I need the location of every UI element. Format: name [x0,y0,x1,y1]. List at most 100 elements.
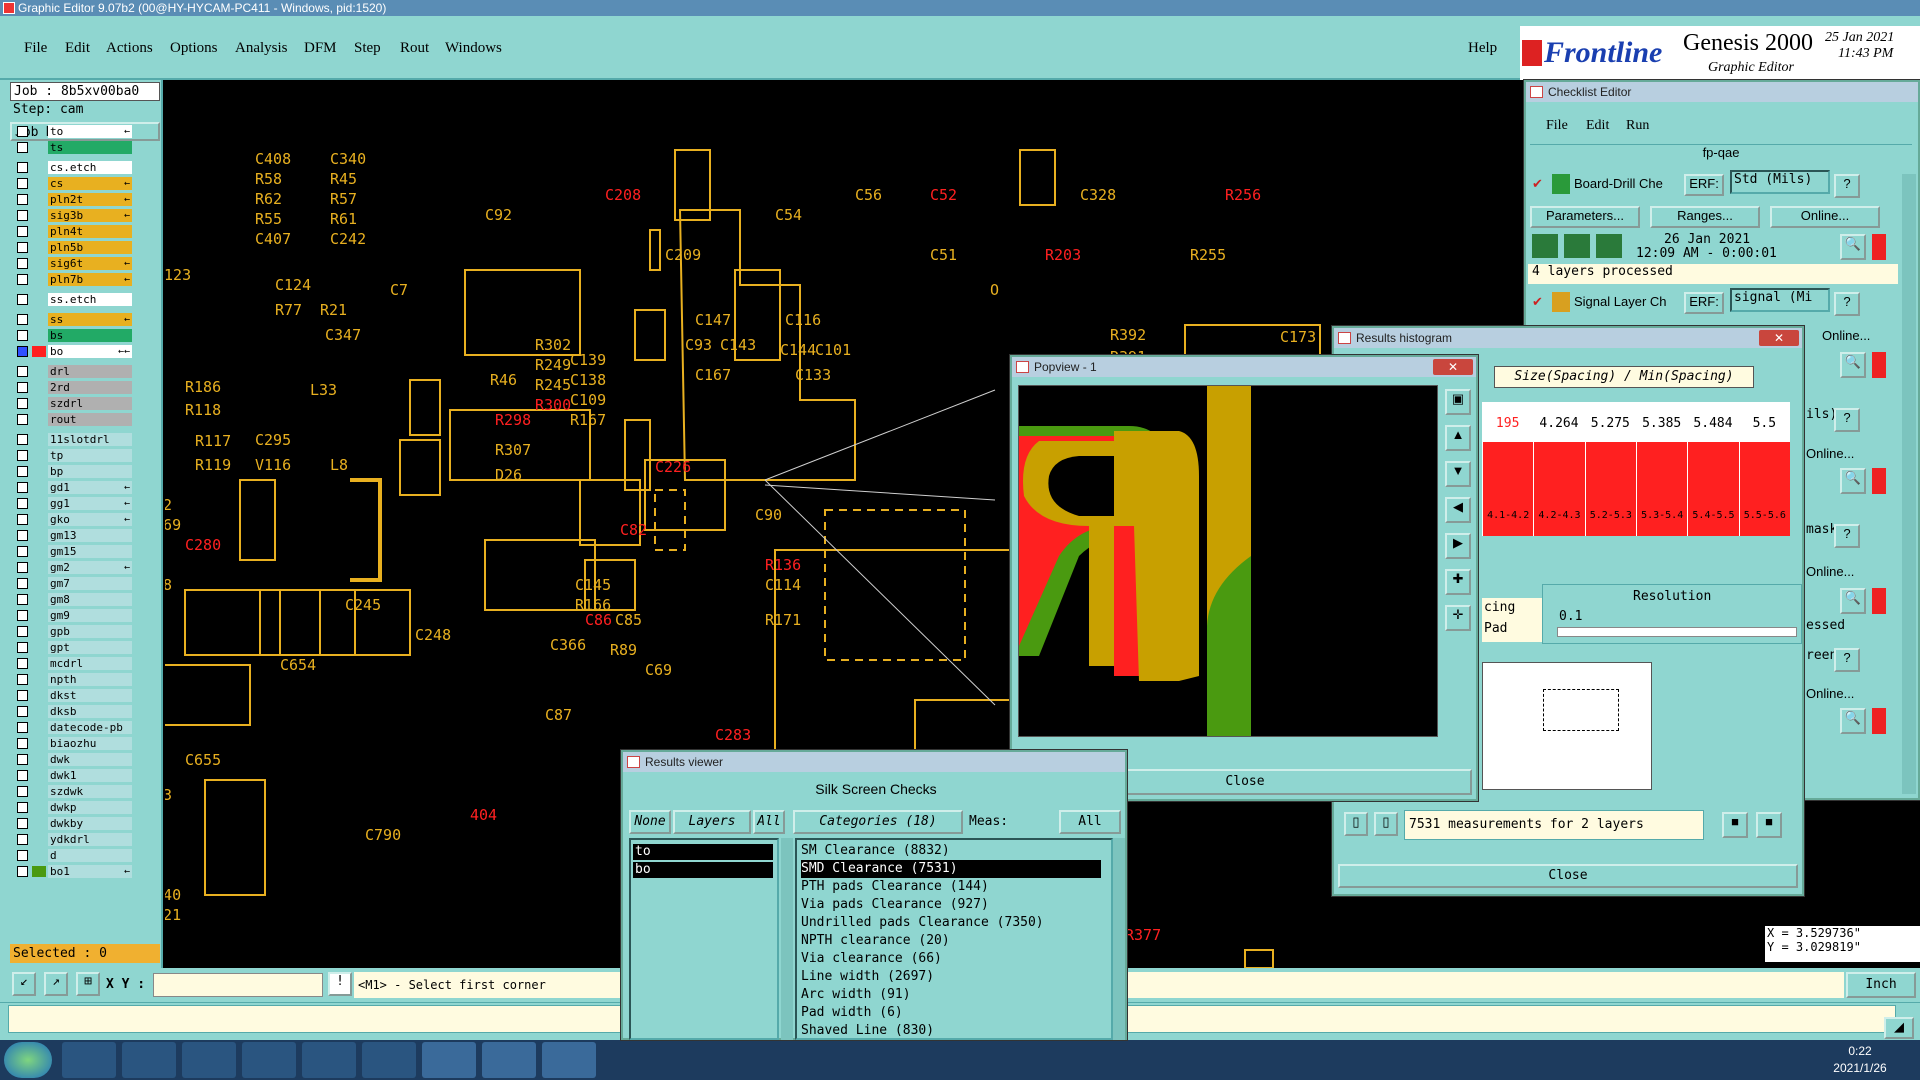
zoom-icon-5[interactable]: 🔍 [1840,708,1866,734]
layer-row-bp[interactable]: bp [14,464,132,479]
taskbar-app-shell-icon[interactable] [62,1042,116,1078]
layer-checkbox[interactable] [17,754,28,765]
layer-checkbox[interactable] [17,194,28,205]
layer-row-to[interactable]: to ← [14,124,132,139]
layer-row-gd1[interactable]: gd1 ← [14,480,132,495]
layer-name[interactable]: 2rd [48,381,132,394]
layer-name[interactable]: dwk [48,753,132,766]
layer-affected-icon[interactable]: ← [124,273,130,286]
layer-name[interactable]: bo ←← [48,345,132,358]
layer-checkbox[interactable] [17,866,28,877]
none-button[interactable]: None [629,810,671,834]
layer-row-npth[interactable]: npth [14,672,132,687]
layer-name[interactable]: gm7 [48,577,132,590]
result-layer-bo[interactable]: bo [633,862,773,878]
layers-button[interactable]: Layers [673,810,751,834]
layer-name[interactable]: rout [48,413,132,426]
zoom-icon-4[interactable]: 🔍 [1840,588,1866,614]
layer-name[interactable]: gm8 [48,593,132,606]
layer-row-pln4t[interactable]: pln4t [14,224,132,239]
layer-row-sig6t[interactable]: sig6t ← [14,256,132,271]
layer-checkbox[interactable] [17,818,28,829]
layer-checkbox[interactable] [17,178,28,189]
layer-row-pln7b[interactable]: pln7b ← [14,272,132,287]
layer-name[interactable]: gpb [48,625,132,638]
popview-left-icon[interactable]: ◀ [1445,497,1471,523]
layer-row-gpt[interactable]: gpt [14,640,132,655]
layer-name[interactable]: dwk1 [48,769,132,782]
help-icon-2[interactable]: ? [1834,292,1860,316]
layer-checkbox[interactable] [17,366,28,377]
layer-row-gm15[interactable]: gm15 [14,544,132,559]
layer-row-gpb[interactable]: gpb [14,624,132,639]
layer-name[interactable]: ydkdrl [48,833,132,846]
layer-row-mcdrl[interactable]: mcdrl [14,656,132,671]
layer-affected-icon[interactable]: ← [124,561,130,574]
checklist-scrollbar[interactable] [1902,174,1916,794]
parameters-button[interactable]: Parameters... [1530,206,1640,228]
layer-name[interactable]: sig3b ← [48,209,132,222]
menu-dfm[interactable]: DFM [304,40,337,57]
layer-row-szdwk[interactable]: szdwk [14,784,132,799]
layer-checkbox[interactable] [17,434,28,445]
layer-row-dwk[interactable]: dwk [14,752,132,767]
tool-measure-icon[interactable]: ↗ [44,972,68,996]
layer-checkbox[interactable] [17,226,28,237]
layer-checkbox[interactable] [17,346,28,357]
category-item[interactable]: Line width (2697) [801,968,1101,986]
layer-name[interactable]: ss.etch [48,293,132,306]
layer-affected-icon[interactable]: ← [124,257,130,270]
layer-name[interactable]: bp [48,465,132,478]
layer-checkbox[interactable] [17,738,28,749]
taskbar-app-g-icon[interactable] [182,1042,236,1078]
layer-row-ss.etch[interactable]: ss.etch [14,292,132,307]
checklist-menu-run[interactable]: Run [1626,118,1649,134]
taskbar-app-notepad-icon[interactable] [122,1042,176,1078]
online-label-3[interactable]: Online... [1806,446,1854,461]
layer-name[interactable]: gm9 [48,609,132,622]
menu-options[interactable]: Options [170,40,218,57]
layer-name[interactable]: pln5b [48,241,132,254]
layer-checkbox[interactable] [17,450,28,461]
layer-affected-icon[interactable]: ← [124,865,130,878]
menu-help-label[interactable]: Help [1468,40,1497,57]
xy-input[interactable] [153,973,323,997]
layer-row-ydkdrl[interactable]: ydkdrl [14,832,132,847]
ref-icon[interactable]: ▯ [1374,812,1398,836]
zoom-icon-1[interactable]: 🔍 [1840,234,1866,260]
layer-checkbox[interactable] [17,770,28,781]
online-label-5[interactable]: Online... [1806,686,1854,701]
layer-row-ts[interactable]: ts [14,140,132,155]
layer-name[interactable]: gd1 ← [48,481,132,494]
layer-name[interactable]: gm15 [48,545,132,558]
help-icon-5[interactable]: ? [1834,648,1860,672]
warning-icon[interactable]: ! [328,972,352,996]
popview-close-icon[interactable]: ✕ [1433,359,1473,375]
histogram-action-icon-1[interactable]: ■ [1722,812,1748,838]
layer-row-gm7[interactable]: gm7 [14,576,132,591]
row2-check-icon[interactable]: ✔ [1532,294,1543,310]
layer-row-bs[interactable]: bs [14,328,132,343]
layer-checkbox[interactable] [17,414,28,425]
layer-name[interactable]: 11slotdrl [48,433,132,446]
help-icon-4[interactable]: ? [1834,524,1860,548]
taskbar-app-p-icon[interactable] [302,1042,356,1078]
taskbar-app-fish-icon[interactable] [542,1042,596,1078]
layer-affected-icon[interactable]: ← [124,313,130,326]
menu-analysis[interactable]: Analysis [235,40,288,57]
layer-checkbox[interactable] [17,210,28,221]
layer-checkbox[interactable] [17,562,28,573]
histogram-close-icon[interactable]: ✕ [1759,330,1799,346]
online-label-4[interactable]: Online... [1806,564,1854,579]
popview-right-icon[interactable]: ▶ [1445,533,1471,559]
layer-name[interactable]: gm13 [48,529,132,542]
layer-checkbox[interactable] [17,706,28,717]
layer-checkbox[interactable] [17,482,28,493]
layer-checkbox[interactable] [17,850,28,861]
layer-name[interactable]: biaozhu [48,737,132,750]
layer-row-cs[interactable]: cs ← [14,176,132,191]
layer-name[interactable]: szdrl [48,397,132,410]
popview-fit-icon[interactable]: ▣ [1445,389,1471,415]
category-item[interactable]: Undrilled pads Clearance (7350) [801,914,1101,932]
popview-canvas[interactable] [1018,385,1438,737]
